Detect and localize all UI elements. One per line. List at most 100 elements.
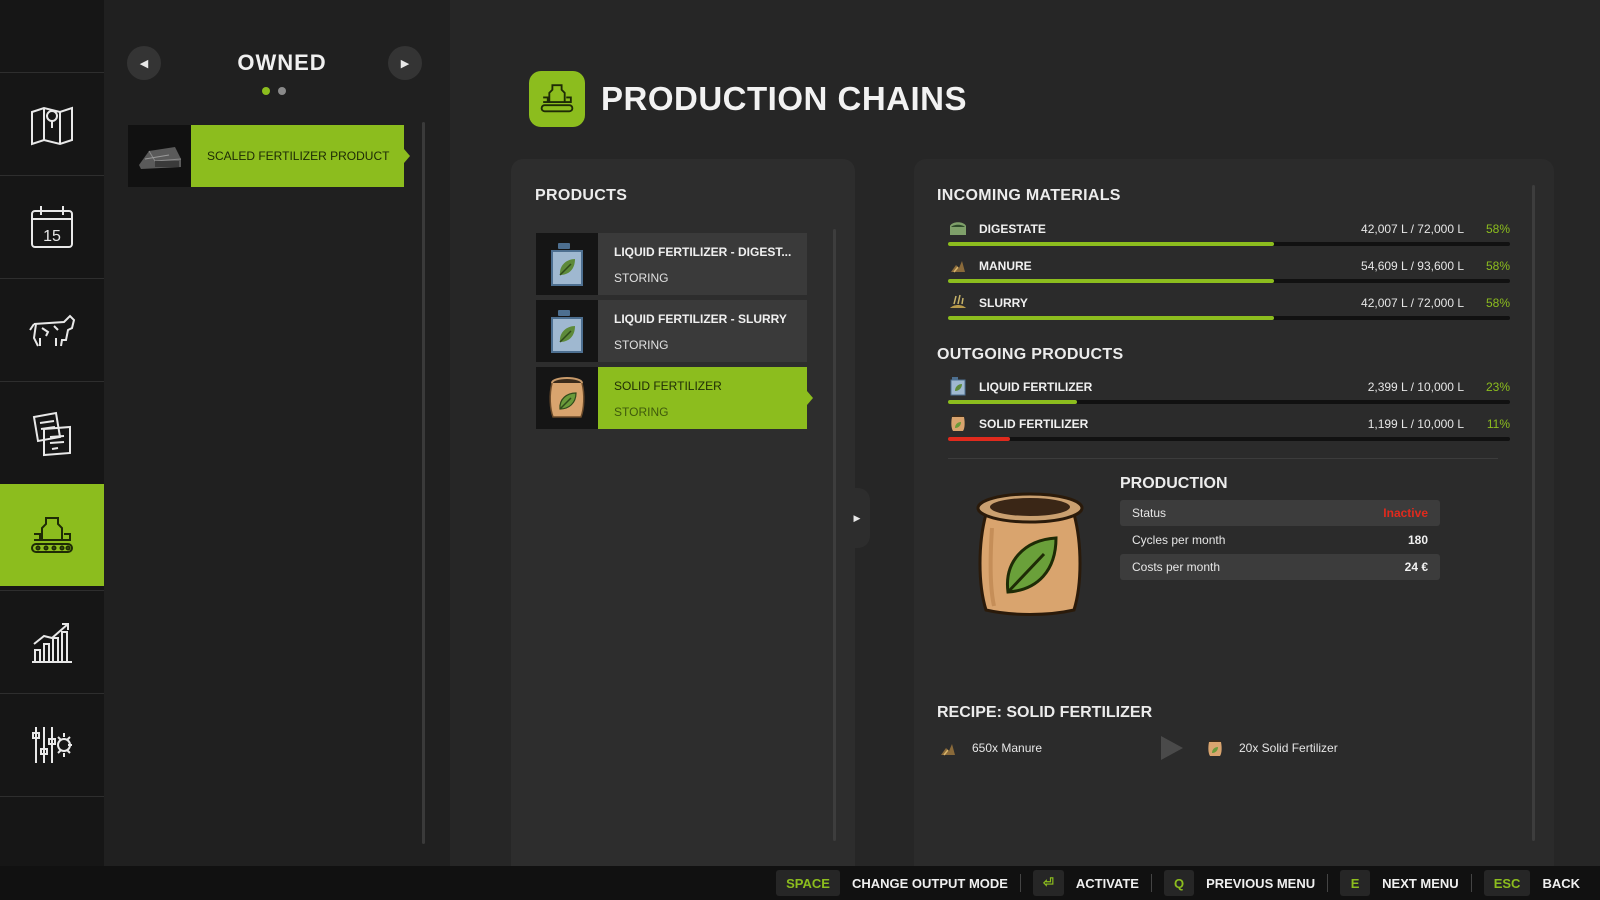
owned-title: OWNED: [237, 50, 327, 75]
nav-item-calendar[interactable]: 15: [0, 175, 104, 277]
stat-value-costs: 24 €: [1404, 560, 1428, 574]
liquid-fertilizer-icon: [551, 243, 583, 286]
product-fill-level: [948, 400, 1078, 404]
product-status: STORING: [614, 338, 669, 352]
nav-item-animals[interactable]: [0, 278, 104, 380]
page-dot-2[interactable]: [278, 87, 286, 95]
product-thumbnail: [536, 367, 598, 429]
svg-text:15: 15: [43, 228, 61, 245]
owned-scrollbar[interactable]: [422, 122, 425, 844]
key-q: Q: [1163, 870, 1195, 896]
owned-entry[interactable]: SCALED FERTILIZER PRODUCT: [128, 125, 410, 187]
details-scrollbar[interactable]: [1532, 185, 1535, 841]
products-scrollbar[interactable]: [833, 229, 836, 841]
production-heading: PRODUCTION: [1120, 475, 1228, 492]
manure-icon: [941, 744, 955, 756]
settings-icon: [32, 726, 72, 763]
page-dot-1[interactable]: [262, 87, 270, 95]
stat-value-status: Inactive: [1383, 506, 1428, 520]
owned-prev-button[interactable]: ◀: [127, 46, 161, 80]
recipe-input: 650x Manure: [938, 738, 1042, 758]
incoming-material-row: SLURRY 42,007 L / 72,000 L 58%: [948, 292, 1510, 322]
solid-fertilizer-icon: [948, 413, 968, 433]
material-amount: 54,609 L / 93,600 L: [1361, 259, 1464, 273]
product-amount: 1,199 L / 10,000 L: [1367, 417, 1464, 431]
production-status-row: Status Inactive: [1120, 500, 1440, 526]
calendar-icon: 15: [31, 205, 73, 248]
product-fill-level: [948, 437, 1010, 441]
recipe-input-label: 650x Manure: [972, 741, 1043, 755]
hint-back[interactable]: ESC BACK: [1483, 866, 1592, 900]
stat-label: Costs per month: [1132, 560, 1221, 574]
enter-key-icon: ⏎: [1032, 870, 1064, 896]
slurry-icon: [948, 292, 968, 312]
production-cycles-row: Cycles per month 180: [1120, 527, 1440, 553]
product-fill-bar: [948, 400, 1510, 404]
hint-activate[interactable]: ⏎ ACTIVATE: [1032, 866, 1151, 900]
nav-item-statistics[interactable]: [0, 590, 104, 692]
production-chains-icon: [529, 71, 585, 127]
product-fill-bar: [948, 437, 1510, 441]
material-name: SLURRY: [979, 296, 1028, 310]
material-fill-bar: [948, 279, 1510, 283]
hint-label: BACK: [1542, 875, 1580, 891]
hint-separator: [1327, 874, 1329, 892]
map-icon: [31, 106, 73, 145]
hint-separator: [1470, 874, 1472, 892]
stat-value-cycles: 180: [1407, 533, 1428, 547]
hint-previous-menu[interactable]: Q PREVIOUS MENU: [1163, 866, 1327, 900]
nav-item-map[interactable]: [0, 72, 104, 174]
cow-icon: [29, 314, 76, 346]
production-thumbnail: [128, 125, 191, 187]
liquid-fertilizer-icon: [551, 310, 583, 353]
material-fill-level: [948, 279, 1274, 283]
building-thumbnail-icon: [138, 147, 181, 169]
input-hints-bar: SPACE CHANGE OUTPUT MODE ⏎ ACTIVATE Q PR…: [0, 866, 1600, 900]
page-title: PRODUCTION CHAINS: [601, 80, 968, 117]
key-e: E: [1340, 870, 1371, 896]
material-fill-level: [948, 316, 1274, 320]
incoming-material-row: MANURE 54,609 L / 93,600 L 58%: [948, 255, 1510, 285]
nav-item-settings[interactable]: [0, 693, 104, 795]
product-name: LIQUID FERTILIZER - DIGEST...: [614, 245, 792, 259]
incoming-materials-heading: INCOMING MATERIALS: [937, 187, 1121, 204]
digestate-icon: [948, 218, 968, 238]
product-name: SOLID FERTILIZER: [979, 417, 1089, 431]
main-nav-sidebar: 15: [0, 0, 111, 866]
manure-icon: [948, 255, 968, 275]
product-name: LIQUID FERTILIZER - SLURRY: [614, 312, 787, 326]
recipe-heading: RECIPE: SOLID FERTILIZER: [937, 704, 1153, 721]
contracts-icon: [32, 411, 71, 456]
material-amount: 42,007 L / 72,000 L: [1361, 222, 1464, 236]
nav-item-production[interactable]: [0, 484, 111, 586]
key-esc: ESC: [1483, 870, 1531, 896]
hint-separator: [1150, 874, 1152, 892]
panel-collapse-toggle[interactable]: ▶: [844, 488, 870, 548]
hint-label: PREVIOUS MENU: [1206, 875, 1316, 891]
key-space: SPACE: [776, 870, 840, 896]
product-thumbnail: [536, 233, 598, 295]
page-indicator: [262, 87, 286, 95]
products-heading: PRODUCTS: [535, 187, 628, 204]
hint-change-output-mode[interactable]: SPACE CHANGE OUTPUT MODE: [776, 866, 1020, 900]
product-status: STORING: [614, 405, 669, 419]
arrow-right-icon: ▶: [853, 512, 861, 523]
material-fill-level: [948, 242, 1274, 246]
product-status: STORING: [614, 271, 669, 285]
product-percent: 11%: [1486, 417, 1510, 431]
product-item[interactable]: LIQUID FERTILIZER - DIGEST... STORING: [536, 233, 807, 295]
products-panel: PRODUCTS LIQUID FERTILIZER - DIGEST... S…: [511, 159, 855, 866]
product-percent: 23%: [1485, 380, 1510, 394]
product-item[interactable]: LIQUID FERTILIZER - SLURRY STORING: [536, 300, 807, 362]
nav-item-contracts[interactable]: [0, 381, 104, 483]
product-name: SOLID FERTILIZER: [614, 379, 722, 393]
statistics-icon: [32, 622, 72, 663]
hint-next-menu[interactable]: E NEXT MENU: [1340, 866, 1471, 900]
outgoing-product-row: LIQUID FERTILIZER 2,399 L / 10,000 L 23%: [948, 376, 1510, 406]
material-percent: 58%: [1485, 296, 1510, 310]
owned-next-button[interactable]: ▶: [388, 46, 422, 80]
material-name: DIGESTATE: [979, 222, 1046, 236]
recipe-arrow-icon: [1161, 736, 1183, 765]
product-thumbnail: [536, 300, 598, 362]
product-item-selected[interactable]: SOLID FERTILIZER STORING: [536, 367, 813, 429]
